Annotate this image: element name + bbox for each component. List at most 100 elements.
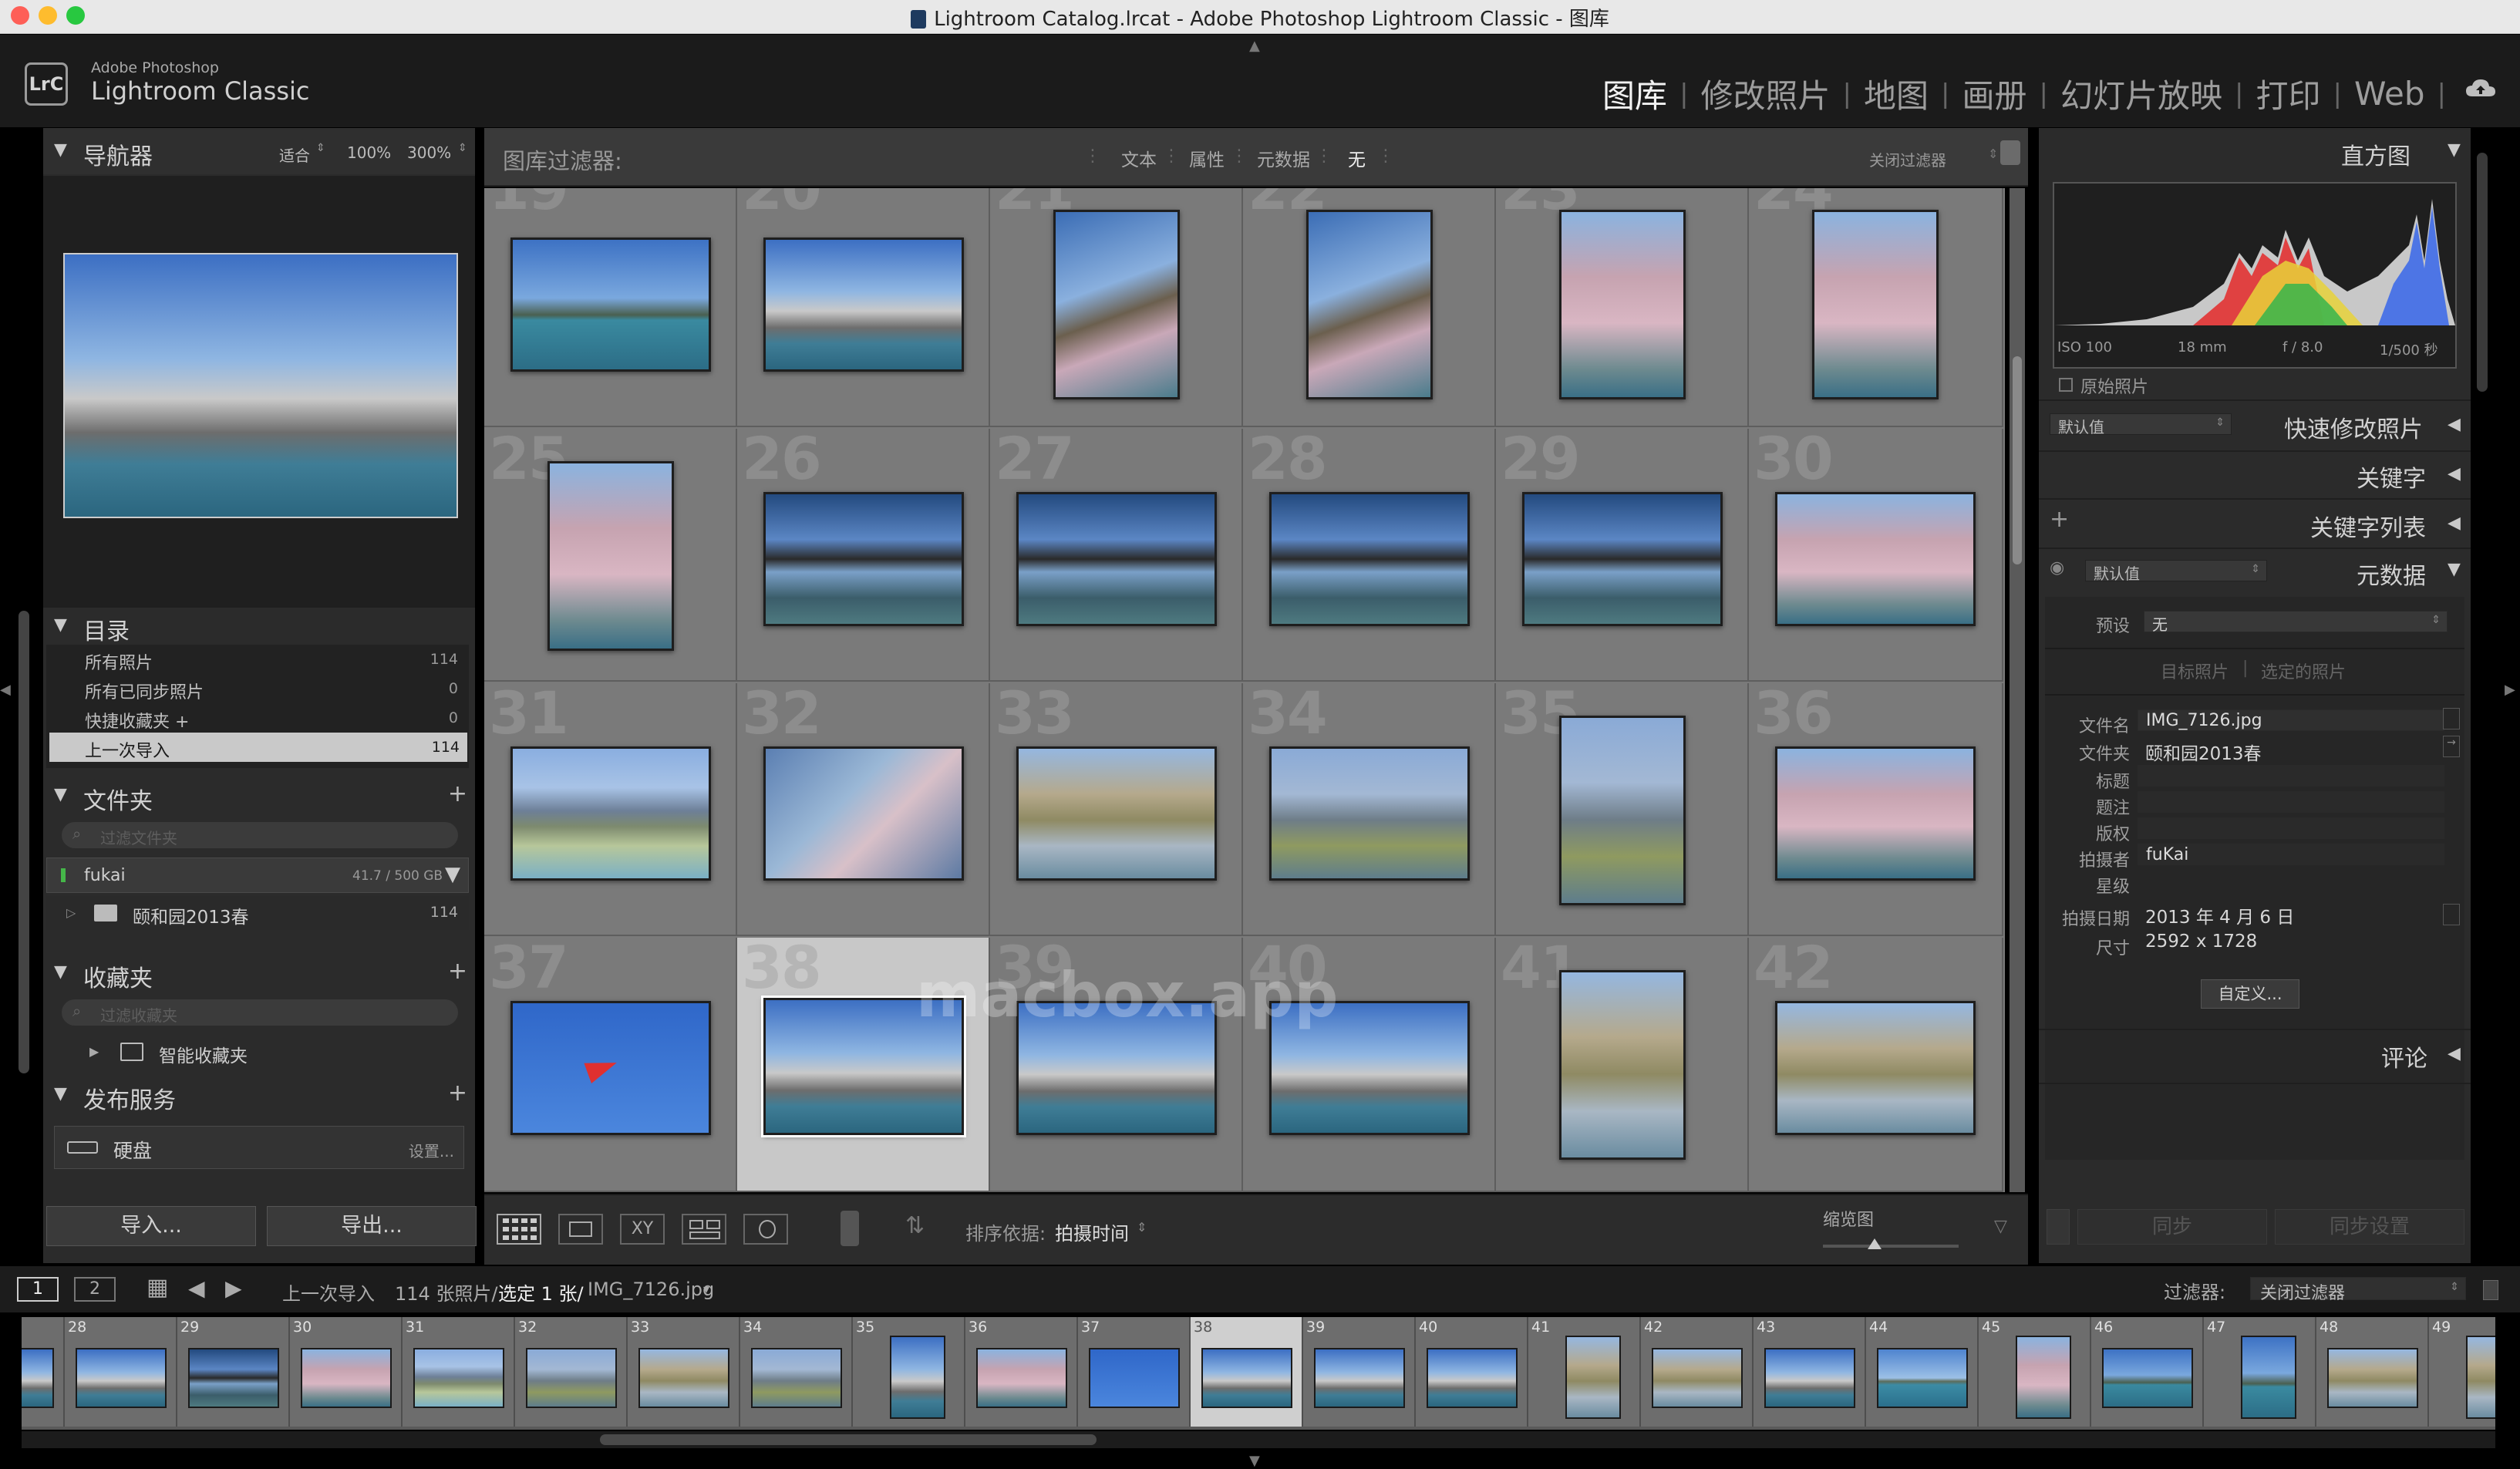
photo-thumbnail[interactable] [1269,746,1470,881]
filmstrip-cell[interactable]: 46 [2091,1317,2204,1427]
collapse-triangle-icon[interactable]: ▼ [2448,140,2461,160]
filename-field[interactable]: IMG_7126.jpg [2138,709,2444,731]
grid-cell[interactable]: 21 [990,188,1243,427]
grid-cell[interactable]: 36 [1749,683,2003,936]
filmstrip-thumbnail[interactable] [188,1348,279,1408]
photo-thumbnail[interactable] [510,238,711,372]
filmstrip-thumbnail[interactable] [22,1348,54,1408]
filter-tab-text[interactable]: 文本 [1121,145,1157,171]
sync-settings-button[interactable]: 同步设置 [2275,1209,2464,1245]
photo-thumbnail[interactable] [547,461,674,651]
original-photo-toggle[interactable]: 原始照片 [2056,369,2457,399]
zoom-fit-dropdown-icon[interactable]: ⇕ [316,142,325,154]
filter-preset-select[interactable]: 关闭过滤器 [1869,148,1946,170]
zoom-dropdown-icon[interactable]: ⇕ [458,142,467,154]
hard-drive-service[interactable]: 硬盘 设置... [54,1126,464,1169]
grid-cell[interactable]: 24 [1749,188,2003,427]
photo-thumbnail[interactable] [763,238,964,372]
module-library[interactable]: 图库 [1590,70,1679,117]
navigator-header[interactable]: ▼ 导航器 适合 ⇕ 100% 300% ⇕ [43,128,475,174]
filmstrip-scrollbar-track[interactable] [22,1431,2495,1448]
metadata-title[interactable]: 元数据 [2357,557,2426,591]
sync-button[interactable]: 同步 [2077,1209,2267,1245]
lock-icon[interactable] [2000,140,2020,165]
photo-thumbnail[interactable] [763,492,964,626]
painter-icon[interactable] [841,1211,859,1246]
filmstrip-cell[interactable]: 45 [1979,1317,2091,1427]
creator-field[interactable]: fuKai [2138,844,2444,865]
filmstrip-cell[interactable]: 28 [65,1317,177,1427]
filmstrip-cell[interactable]: 44 [1866,1317,1979,1427]
grid-view-button[interactable] [497,1214,541,1245]
grid-cell[interactable]: 20 [737,188,990,427]
forward-arrow-icon[interactable]: ▶ [225,1275,242,1301]
module-slideshow[interactable]: 幻灯片放映 [2048,70,2235,117]
grid-cell[interactable]: 28 [1243,429,1496,682]
filmstrip-cell[interactable]: 36 [965,1317,1078,1427]
filmstrip-thumbnail[interactable] [2327,1348,2418,1408]
collapse-triangle-icon[interactable]: ▼ [54,962,67,982]
catalog-item-selected[interactable]: 上一次导入 114 [49,733,467,762]
grid-cell[interactable]: 25 [484,429,737,682]
grid-scrollbar-thumb[interactable] [2013,356,2022,564]
expand-triangle-icon[interactable]: ◀ [2448,464,2461,483]
filmstrip-thumbnail[interactable] [2241,1336,2296,1419]
export-button[interactable]: 导出... [267,1206,477,1246]
photo-thumbnail[interactable] [1306,210,1433,399]
filmstrip-filter-select[interactable]: 关闭过滤器 ⇕ [2250,1277,2466,1303]
main-window-button[interactable]: 1 [17,1277,59,1302]
filmstrip-cell[interactable] [22,1317,65,1427]
photo-thumbnail[interactable] [1775,1001,1976,1135]
grid-cell[interactable]: 19 [484,188,737,427]
collapse-left-icon[interactable]: ◀ [0,682,11,698]
compare-view-button[interactable]: XY [620,1214,665,1245]
module-web[interactable]: Web [2342,75,2437,113]
module-book[interactable]: 画册 [1950,70,2040,117]
sort-select[interactable]: 拍摄时间 [1055,1218,1129,1245]
smart-collection-item[interactable]: ▶ 智能收藏夹 [46,1035,469,1069]
filter-tab-metadata[interactable]: 元数据 [1257,145,1310,171]
expand-arrow-icon[interactable]: ▷ [66,905,76,920]
photo-thumbnail[interactable] [1559,970,1686,1160]
photo-thumbnail[interactable] [1775,492,1976,626]
collapse-triangle-icon[interactable]: ▼ [54,1084,67,1103]
grid-cell[interactable]: 29 [1496,429,1749,682]
filmstrip-thumbnail[interactable] [638,1348,729,1408]
expand-triangle-icon[interactable]: ◀ [2448,415,2461,434]
collapse-right-icon[interactable]: ▶ [2505,682,2515,698]
go-to-folder-icon[interactable]: → [2443,736,2460,757]
filmstrip-cell[interactable]: 35 [853,1317,965,1427]
collapse-bottom-icon[interactable]: ▼ [1249,1453,1260,1469]
photo-thumbnail[interactable] [1812,210,1939,399]
toolbar-menu-icon[interactable]: ▽ [1994,1217,2007,1236]
photo-thumbnail[interactable] [1053,210,1180,399]
people-view-button[interactable] [743,1214,788,1245]
photo-thumbnail[interactable] [1016,746,1217,881]
filmstrip-thumbnail[interactable] [1565,1336,1621,1419]
filmstrip-thumbnail[interactable] [2466,1336,2495,1419]
filmstrip-thumbnail[interactable] [976,1348,1067,1408]
filmstrip-filter-dropdown-icon[interactable]: ⇕ [2450,1281,2459,1293]
catalog-item[interactable]: 所有已同步照片 0 [46,674,469,703]
filmstrip-thumbnail[interactable] [890,1336,945,1419]
expand-triangle-icon[interactable]: ◀ [2448,514,2461,533]
filmstrip-thumbnail[interactable] [751,1348,842,1408]
loupe-view-button[interactable] [558,1214,603,1245]
filmstrip-cell[interactable]: 33 [628,1317,740,1427]
filmstrip-source[interactable]: 上一次导入 [282,1279,375,1306]
catalog-item[interactable]: 所有照片 114 [46,645,469,674]
filmstrip-thumbnail[interactable] [1764,1348,1855,1408]
module-develop[interactable]: 修改照片 [1689,70,1843,117]
target-photo-tab[interactable]: 目标照片 [2161,659,2229,683]
left-scrollbar[interactable] [19,611,29,1073]
grid-scrollbar-track[interactable] [2010,188,2025,1192]
volume-dropdown-icon[interactable]: ▼ [445,863,460,886]
filmstrip-cell[interactable]: 43 [1754,1317,1866,1427]
folder-item[interactable]: ▷ 颐和园2013春 114 [46,896,469,930]
sort-direction-icon[interactable]: ⇅ [905,1212,925,1239]
grid-cell[interactable]: 34 [1243,683,1496,936]
metadata-view-select[interactable]: 默认值 ⇕ [2085,560,2267,583]
filmstrip-scrollbar-thumb[interactable] [600,1434,1097,1445]
collapse-top-icon[interactable]: ▲ [1249,38,1260,54]
filmstrip-cell[interactable]: 37 [1078,1317,1191,1427]
